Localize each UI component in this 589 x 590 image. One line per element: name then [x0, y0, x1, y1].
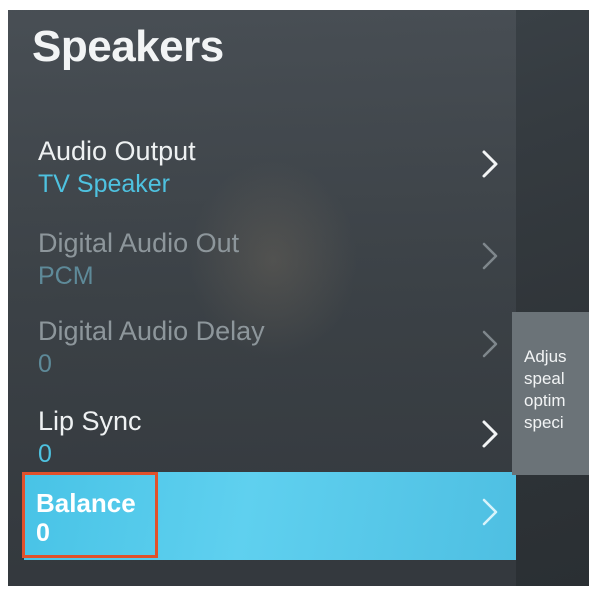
- help-description-panel: Adjus speal optim speci: [512, 312, 589, 475]
- page-title: Speakers: [32, 22, 224, 71]
- menu-item-value: PCM: [38, 262, 94, 290]
- menu-item-label: Lip Sync: [38, 406, 142, 436]
- menu-item-digital-audio-out[interactable]: Digital Audio Out PCM: [24, 228, 516, 310]
- menu-item-audio-output[interactable]: Audio Output TV Speaker: [24, 136, 516, 218]
- menu-item-value: 0: [36, 519, 50, 547]
- speakers-menu-panel: Speakers Audio Output TV Speaker Digital…: [8, 10, 516, 586]
- help-line: speal: [524, 369, 565, 388]
- help-line: speci: [524, 413, 564, 432]
- menu-item-value: 0: [38, 350, 52, 378]
- menu-item-label: Digital Audio Out: [38, 228, 240, 258]
- chevron-right-icon: [476, 418, 504, 450]
- chevron-right-icon: [476, 496, 504, 528]
- tv-screen: Speakers Audio Output TV Speaker Digital…: [8, 10, 589, 586]
- help-text: Adjus speal optim speci: [524, 346, 589, 434]
- menu-item-label: Audio Output: [38, 136, 196, 166]
- help-line: Adjus: [524, 347, 567, 366]
- menu-item-value: 0: [38, 440, 52, 468]
- help-line: optim: [524, 391, 566, 410]
- chevron-right-icon: [476, 328, 504, 360]
- menu-item-digital-audio-delay[interactable]: Digital Audio Delay 0: [24, 316, 516, 398]
- menu-item-balance[interactable]: Balance 0: [24, 472, 516, 560]
- menu-item-label: Balance: [36, 488, 136, 518]
- chevron-right-icon: [476, 148, 504, 180]
- chevron-right-icon: [476, 240, 504, 272]
- menu-item-label: Digital Audio Delay: [38, 316, 265, 346]
- menu-item-value: TV Speaker: [38, 170, 171, 198]
